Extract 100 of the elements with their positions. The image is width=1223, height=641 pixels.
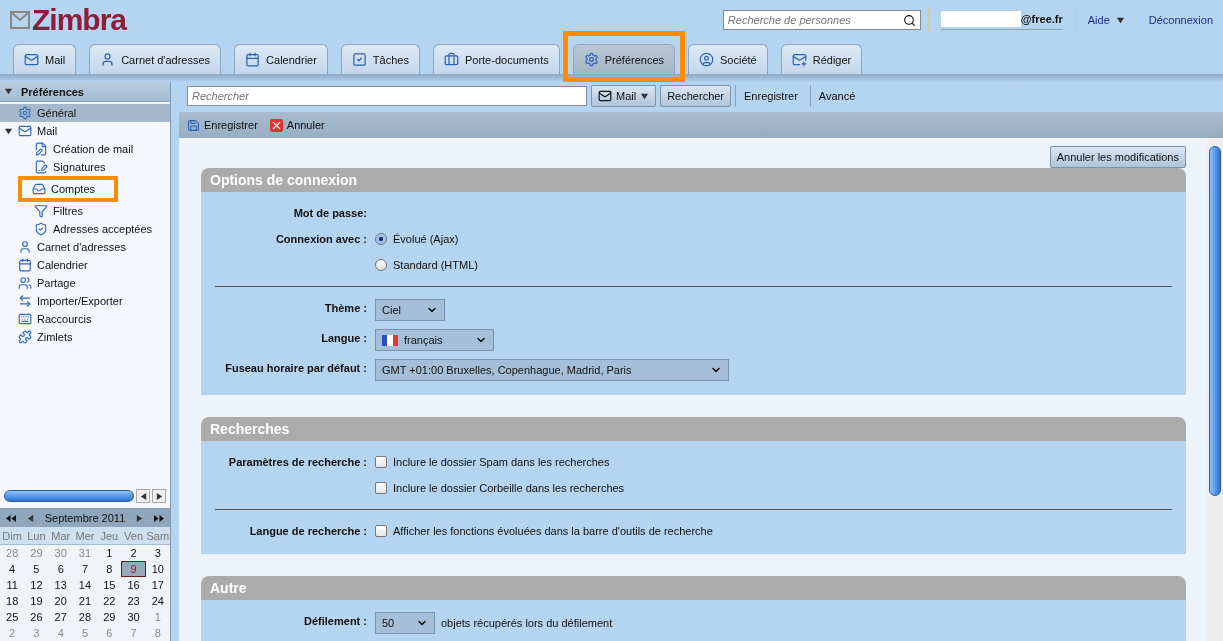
scroll-right-button[interactable] [154, 491, 164, 501]
field-label: Défilement : [303, 614, 367, 629]
tree-item[interactable]: Adresses acceptées [0, 220, 170, 238]
calendar-day[interactable]: 13 [48, 577, 73, 593]
app-tab[interactable]: Carnet d'adresses [89, 44, 222, 74]
calendar-day[interactable]: 19 [24, 593, 49, 609]
tree-item[interactable]: Carnet d'adresses [0, 238, 170, 256]
help-link[interactable]: Aide [1087, 14, 1125, 26]
search-button[interactable]: Rechercher [660, 85, 732, 107]
calendar-day[interactable]: 1 [97, 545, 122, 561]
calendar-day[interactable]: 5 [24, 561, 49, 577]
calendar-day[interactable]: 3 [145, 545, 170, 561]
next-year-button[interactable] [152, 513, 166, 523]
weekday-label: Ven [121, 527, 146, 545]
shield-check-icon [34, 222, 48, 236]
checkbox[interactable] [375, 482, 387, 494]
tree-item[interactable]: Zimlets [0, 328, 170, 346]
expand-icon[interactable] [4, 126, 13, 136]
tree-item[interactable]: Mail [0, 122, 170, 140]
calendar-icon [18, 240, 32, 254]
calendar-day[interactable]: 11 [0, 577, 25, 593]
calendar-day[interactable]: 17 [145, 577, 170, 593]
calendar-day[interactable]: 28 [72, 609, 98, 625]
calendar-day[interactable]: 16 [121, 577, 146, 593]
collapse-icon[interactable] [4, 87, 13, 96]
scroll-left-button[interactable] [138, 491, 148, 501]
checkbox-icon [351, 52, 367, 67]
calendar-day[interactable]: 6 [48, 561, 73, 577]
dropdown[interactable]: 50 [375, 612, 435, 634]
previous-month-button[interactable] [26, 513, 35, 523]
tree-item[interactable]: Importer/Exporter [0, 292, 170, 310]
calendar-day[interactable]: 15 [97, 577, 122, 593]
calendar-day[interactable]: 23 [121, 593, 146, 609]
field-label: Paramètres de recherche : [227, 455, 367, 470]
people-search-field[interactable]: Recherche de personnes [722, 10, 921, 30]
dropdown[interactable]: Ciel [375, 299, 446, 321]
tree-item[interactable]: Filtres [0, 202, 170, 220]
tree-item[interactable]: Création de mail [0, 140, 170, 158]
calendar-day[interactable]: 27 [48, 609, 73, 625]
calendar-day[interactable]: 12 [24, 577, 49, 593]
save-search-button[interactable]: Enregistrer [735, 85, 806, 107]
calendar-day[interactable]: 25 [0, 609, 25, 625]
next-month-button[interactable] [135, 513, 144, 523]
logout-link[interactable]: Déconnexion [1148, 14, 1213, 26]
dropdown[interactable]: français [375, 329, 494, 351]
advanced-search-button[interactable]: Avancé [809, 85, 864, 107]
calendar-day[interactable]: 10 [145, 561, 170, 577]
field-label: Connexion avec : [274, 232, 367, 247]
calendar-day[interactable]: 20 [48, 593, 73, 609]
caret-icon[interactable] [1115, 15, 1125, 25]
checkbox[interactable] [375, 456, 387, 468]
tree-item[interactable]: Signatures [0, 158, 170, 176]
caret-icon[interactable] [640, 91, 650, 101]
calendar-day[interactable]: 30 [121, 609, 146, 625]
radio-option[interactable]: Standard (HTML) [375, 256, 1172, 274]
app-tab[interactable]: Tâches [340, 44, 420, 74]
app-tab[interactable]: Société [688, 44, 768, 74]
previous-year-button[interactable] [4, 513, 18, 523]
app-tab[interactable]: Calendrier [234, 44, 328, 74]
field-label: Langue de recherche : [248, 524, 367, 539]
tree-item[interactable]: Raccourcis [0, 310, 170, 328]
calendar-day[interactable]: 4 [0, 561, 25, 577]
calendar-day[interactable]: 26 [24, 609, 49, 625]
account-name: @free.fr [940, 10, 1063, 30]
calendar-day[interactable]: 18 [0, 593, 25, 609]
radio-button[interactable] [375, 233, 387, 245]
dropdown[interactable]: GMT +01:00 Bruxelles, Copenhague, Madrid, Paris [375, 359, 730, 381]
tree-item[interactable]: Comptes [22, 180, 114, 198]
checkbox-option[interactable]: Inclure le dossier Corbeille dans les recherches [375, 479, 1172, 497]
checkbox-option[interactable]: Inclure le dossier Spam dans les recherches [375, 453, 1172, 471]
calendar-day[interactable]: 21 [72, 593, 98, 609]
person-circle-icon [699, 52, 714, 67]
calendar-day[interactable]: 7 [72, 561, 98, 577]
radio-button[interactable] [375, 259, 387, 271]
calendar-day[interactable]: 24 [145, 593, 170, 609]
calendar-day[interactable]: 9 [121, 561, 146, 577]
checkbox[interactable] [375, 525, 387, 537]
search-scope-dropdown[interactable]: Mail [591, 85, 657, 107]
scrollbar-thumb[interactable] [4, 490, 134, 502]
weekday-label: Lun [24, 527, 49, 545]
revert-button[interactable]: Annuler les modifications [1049, 146, 1186, 168]
save-button[interactable]: Enregistrer [187, 118, 258, 132]
calendar-day[interactable]: 2 [121, 545, 146, 561]
calendar-day[interactable]: 14 [72, 577, 98, 593]
calendar-day[interactable]: 22 [97, 593, 122, 609]
app-tab[interactable]: Rédiger [780, 44, 863, 74]
cancel-button[interactable]: Annuler [269, 118, 325, 132]
search-field[interactable]: Rechercher [187, 86, 587, 106]
app-tab[interactable]: Mail [13, 44, 77, 74]
scrollbar-thumb[interactable] [1209, 146, 1221, 496]
app-tab[interactable]: Porte-documents [432, 44, 560, 74]
tree-item[interactable]: Calendrier [0, 256, 170, 274]
checkbox-option[interactable]: Afficher les fonctions évoluées dans la barre d'outils de recherche [375, 522, 1172, 540]
radio-option[interactable]: Évolué (Ajax) [375, 230, 1172, 248]
tree-item[interactable]: Partage [0, 274, 170, 292]
calendar-day[interactable]: 8 [97, 561, 122, 577]
tree-item[interactable]: Général [0, 104, 170, 122]
app-tab[interactable]: Préférences [572, 44, 675, 74]
arrows-icon [18, 294, 32, 308]
calendar-day[interactable]: 29 [97, 609, 122, 625]
